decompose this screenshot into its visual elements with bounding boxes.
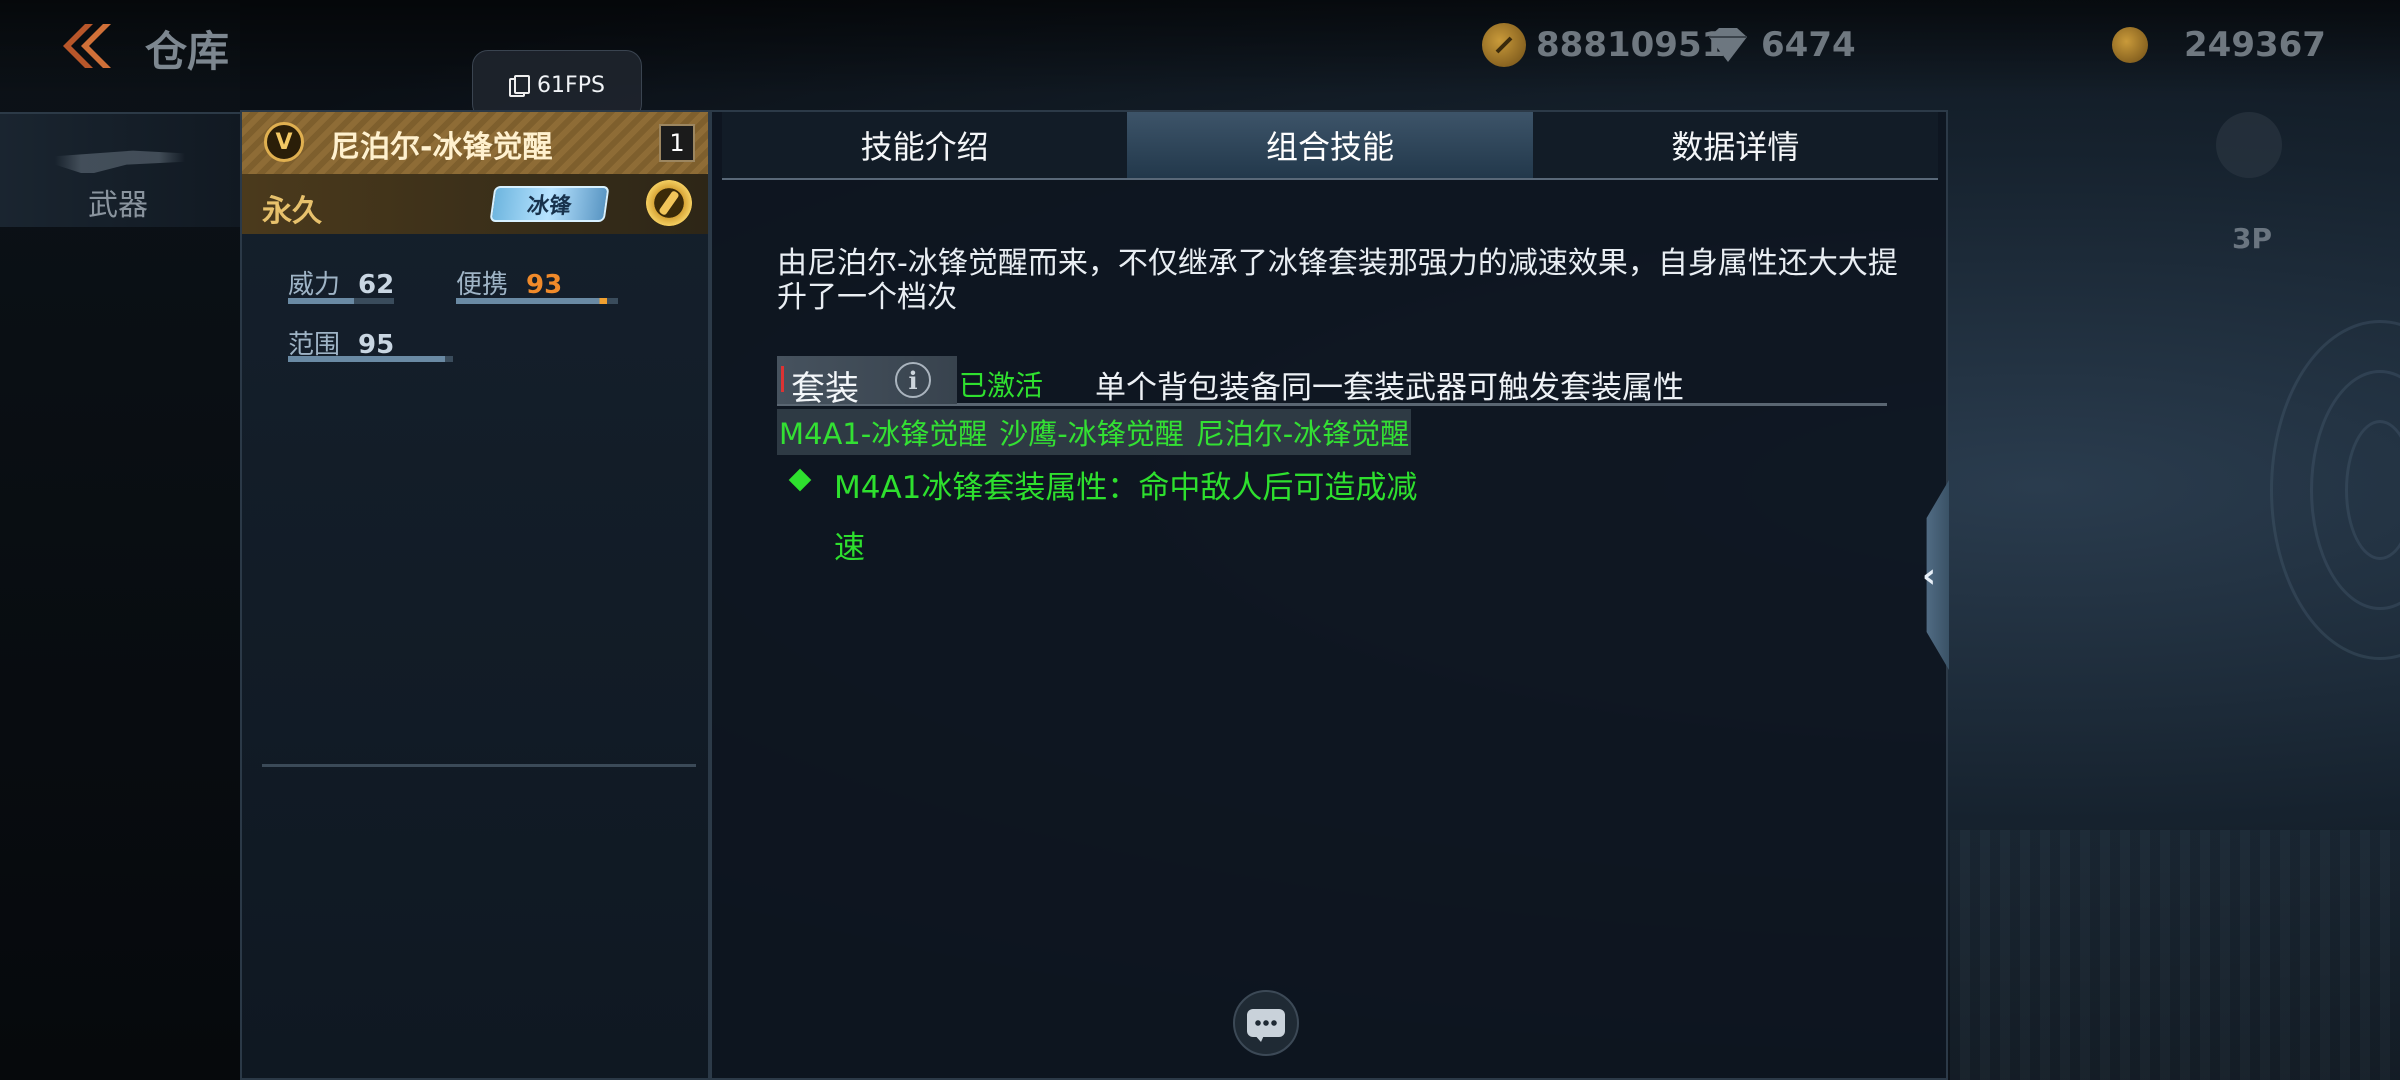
tab-data-details[interactable]: 数据详情 bbox=[1532, 112, 1938, 178]
sidebar-tab-label: 武器 bbox=[88, 188, 148, 223]
suit-tag-badge: 冰锋 bbox=[489, 186, 610, 222]
stat-power: 威力 62 bbox=[288, 264, 394, 301]
stat-value: 62 bbox=[358, 270, 395, 300]
stat-fill bbox=[456, 298, 607, 304]
weapon-name: 尼泊尔-冰锋觉醒 bbox=[330, 130, 553, 165]
suit-hint: 单个背包装备同一套装武器可触发套装属性 bbox=[1095, 370, 1684, 406]
stat-label: 便携 bbox=[456, 270, 509, 300]
suit-members: M4A1-冰锋觉醒 沙鹰-冰锋觉醒 尼泊尔-冰锋觉醒 bbox=[777, 409, 1412, 455]
weapon-header: V 尼泊尔-冰锋觉醒 1 bbox=[242, 112, 708, 174]
suit-member: 沙鹰-冰锋觉醒 bbox=[999, 417, 1184, 451]
page-title: 仓库 bbox=[145, 27, 230, 76]
weapon-subheader: 永久 冰锋 bbox=[242, 174, 708, 234]
diamond-currency: 6474 bbox=[1705, 22, 1856, 68]
suit-label-box: 套装 i bbox=[777, 356, 957, 409]
stat-portability: 便携 93 bbox=[456, 264, 562, 301]
rank-badge: V bbox=[264, 122, 304, 162]
fps-value: 61FPS bbox=[537, 72, 605, 98]
gold-coin-icon bbox=[1482, 23, 1526, 67]
suit-label: 套装 bbox=[791, 369, 859, 409]
tab-combo-skill[interactable]: 组合技能 bbox=[1127, 112, 1533, 178]
diamond-amount: 6474 bbox=[1761, 25, 1856, 65]
copy-icon bbox=[509, 75, 531, 97]
coin-amount: 249367 bbox=[2184, 25, 2326, 65]
info-icon[interactable]: i bbox=[895, 362, 931, 398]
stat-bar-portability bbox=[456, 298, 618, 304]
coin-currency: 249367 bbox=[2112, 22, 2326, 68]
weapon-info-panel: V 尼泊尔-冰锋觉醒 1 永久 冰锋 威力 62 便携 93 范围 95 bbox=[240, 110, 710, 1080]
top-bar: 仓库 88810951 6474 249367 bbox=[0, 0, 2400, 95]
stat-fill bbox=[288, 298, 354, 304]
suit-member: M4A1-冰锋觉醒 bbox=[779, 417, 988, 451]
chevron-left-icon: ‹ bbox=[1922, 556, 1937, 596]
chat-button[interactable] bbox=[1233, 990, 1299, 1056]
stat-label: 威力 bbox=[288, 270, 341, 300]
panel-divider bbox=[262, 764, 696, 767]
settings-round-button[interactable] bbox=[2216, 112, 2282, 178]
suit-effect: M4A1冰锋套装属性：命中敌人后可造成减速 bbox=[834, 470, 1418, 566]
weapon-duration: 永久 bbox=[262, 194, 322, 229]
skill-description: 由尼泊尔-冰锋觉醒而来，不仅继承了冰锋套装那强力的减速效果，自身属性还大大提升了… bbox=[777, 246, 1898, 315]
tab-skill-intro[interactable]: 技能介绍 bbox=[722, 112, 1128, 178]
diamond-icon bbox=[1709, 28, 1747, 62]
back-arrow-icon[interactable] bbox=[55, 20, 115, 72]
coin-icon bbox=[2112, 27, 2148, 63]
tab-bar: 技能介绍 组合技能 数据详情 bbox=[722, 112, 1938, 180]
weapon-count: 1 bbox=[659, 124, 695, 162]
gold-medal-icon[interactable] bbox=[646, 180, 692, 226]
skill-panel: 技能介绍 组合技能 数据详情 由尼泊尔-冰锋觉醒而来，不仅继承了冰锋套装那强力的… bbox=[710, 110, 1948, 1080]
suit-status: 已激活 bbox=[959, 369, 1044, 402]
background-floor bbox=[1950, 830, 2400, 1080]
diamond-bullet-icon bbox=[788, 468, 812, 492]
background-target-rings bbox=[2230, 280, 2400, 700]
view-mode-button[interactable]: 3P bbox=[2232, 222, 2272, 255]
suit-marker bbox=[781, 366, 784, 392]
gold-amount: 88810951 bbox=[1536, 25, 1726, 65]
stat-bar-range bbox=[288, 356, 453, 362]
gold-currency: 88810951 bbox=[1482, 22, 1725, 68]
suit-member: 尼泊尔-冰锋觉醒 bbox=[1195, 417, 1410, 451]
chat-icon bbox=[1247, 1009, 1285, 1042]
stat-bar-power bbox=[288, 298, 394, 304]
suit-row: 套装 i 已激活 单个背包装备同一套装武器可触发套装属性 bbox=[777, 356, 1887, 409]
stat-fill bbox=[288, 356, 445, 362]
stat-value: 93 bbox=[526, 270, 563, 300]
game-screen: 仓库 88810951 6474 249367 61FPS 武器 3P V 尼泊… bbox=[0, 0, 2400, 1080]
